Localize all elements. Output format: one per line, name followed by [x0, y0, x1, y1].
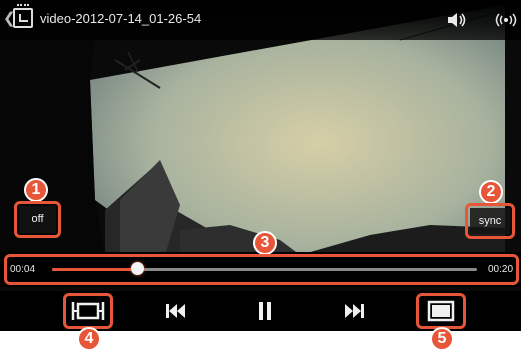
- sync-button[interactable]: sync: [470, 208, 510, 234]
- video-app-icon: [13, 4, 33, 28]
- video-title: video-2012-07-14_01-26-54: [40, 11, 202, 26]
- total-duration: 00:20: [488, 264, 514, 275]
- volume-icon[interactable]: [446, 12, 468, 28]
- seek-thumb[interactable]: [131, 262, 144, 275]
- aspect-ratio-icon[interactable]: [70, 298, 106, 324]
- callout-3: 3: [253, 231, 277, 255]
- previous-icon[interactable]: [160, 298, 192, 324]
- pause-icon[interactable]: [249, 298, 281, 324]
- screen-mode-icon[interactable]: [423, 298, 459, 324]
- callout-5: 5: [430, 327, 454, 351]
- seek-track[interactable]: [52, 268, 477, 271]
- cast-icon[interactable]: [494, 12, 518, 28]
- seek-progress: [52, 268, 137, 271]
- subtitle-off-button[interactable]: off: [19, 206, 56, 233]
- next-icon[interactable]: [338, 298, 370, 324]
- callout-2: 2: [479, 180, 503, 204]
- callout-4: 4: [77, 327, 101, 351]
- video-player: ❮ video-2012-07-14_01-26-54 1 off 2 sync…: [0, 0, 521, 353]
- callout-1: 1: [24, 178, 48, 202]
- elapsed-time: 00:04: [10, 264, 36, 275]
